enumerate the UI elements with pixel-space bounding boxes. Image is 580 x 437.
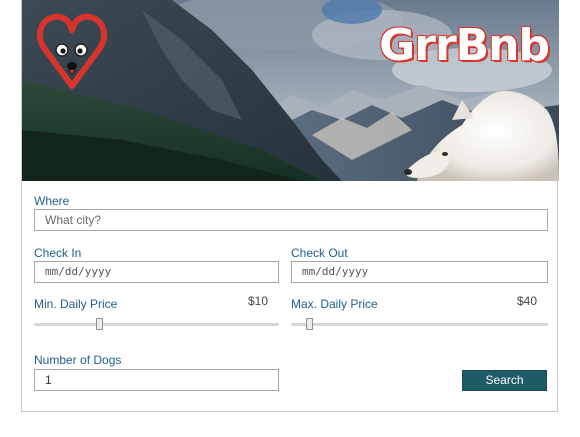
- dogs-label: Number of Dogs: [34, 353, 122, 367]
- min-price-label: Min. Daily Price: [34, 297, 118, 311]
- search-card: GrrBnb Where Check In mm/dd/yyyy Check O…: [21, 0, 559, 412]
- check-out-date-input[interactable]: mm/dd/yyyy: [291, 261, 548, 283]
- max-price-label: Max. Daily Price: [291, 297, 378, 311]
- max-price-thumb[interactable]: [306, 318, 313, 330]
- min-price-track[interactable]: [34, 323, 279, 326]
- max-price-value: $40: [517, 294, 538, 308]
- dogs-count-input[interactable]: 1: [34, 369, 279, 391]
- search-button[interactable]: Search: [462, 370, 547, 391]
- brand-name: GrrBnb: [379, 20, 550, 71]
- where-input[interactable]: [34, 209, 548, 231]
- check-out-label: Check Out: [291, 246, 348, 260]
- min-price-value: $10: [248, 294, 269, 308]
- hero-banner: GrrBnb: [22, 0, 559, 181]
- min-price-slider[interactable]: [34, 318, 279, 332]
- check-in-date-input[interactable]: mm/dd/yyyy: [34, 261, 279, 283]
- where-label: Where: [34, 194, 70, 208]
- max-price-slider[interactable]: [291, 318, 548, 332]
- check-in-label: Check In: [34, 246, 82, 260]
- min-price-thumb[interactable]: [96, 318, 103, 330]
- max-price-track[interactable]: [291, 323, 548, 326]
